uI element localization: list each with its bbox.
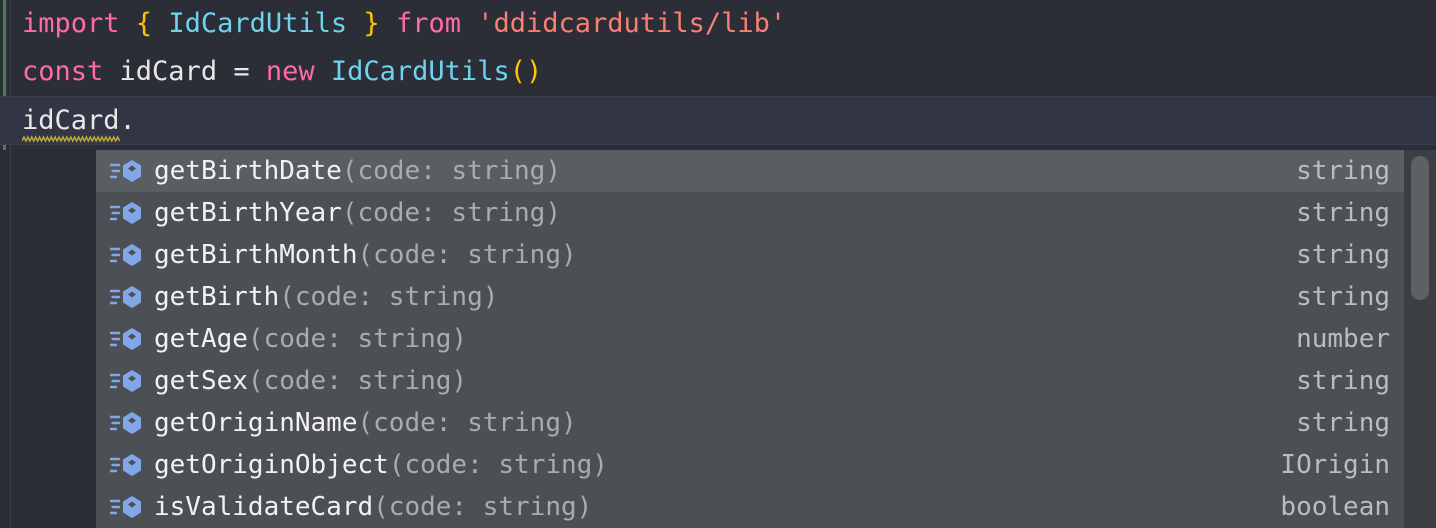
method-icon: [108, 286, 141, 308]
method-icon: [108, 284, 148, 310]
code-line-1[interactable]: import { IdCardUtils } from 'ddidcarduti…: [0, 0, 1436, 48]
autocomplete-item-params: (code: string): [388, 450, 608, 480]
method-icon: [108, 158, 148, 184]
autocomplete-item[interactable]: getSex (code: string) string: [96, 360, 1436, 402]
autocomplete-item-name: isValidateCard: [154, 492, 374, 522]
autocomplete-item-name: getBirthMonth: [154, 240, 358, 270]
squiggly-underline-icon: [22, 134, 120, 143]
code-line-3-current[interactable]: idCard.: [0, 96, 1436, 145]
method-icon: [108, 454, 141, 476]
code-token: }: [363, 8, 380, 39]
code-token: from: [395, 8, 461, 39]
method-icon: [108, 452, 148, 478]
method-icon: [108, 412, 141, 434]
code-token: idCard =: [103, 56, 266, 87]
code-token: IdCardUtils: [330, 56, 510, 87]
autocomplete-item-params: (code: string): [373, 492, 593, 522]
autocomplete-item-params: (code: string): [357, 408, 577, 438]
method-icon: [108, 410, 148, 436]
autocomplete-item-params: (code: string): [341, 198, 561, 228]
autocomplete-item-params: (code: string): [247, 324, 468, 354]
autocomplete-item-name: getSex: [154, 366, 248, 396]
autocomplete-popup[interactable]: getBirthDate (code: string) string getBirth…: [96, 150, 1436, 528]
method-icon: [108, 160, 141, 182]
scrollbar-thumb[interactable]: [1411, 156, 1429, 300]
autocomplete-item-name: getBirthYear: [154, 198, 342, 228]
autocomplete-item-params: (code: string): [341, 156, 561, 186]
error-underlined-token: idCard: [22, 97, 120, 145]
method-icon: [108, 494, 148, 520]
method-icon: [108, 244, 141, 266]
code-token: (): [509, 56, 543, 87]
autocomplete-item-name: getBirth: [154, 282, 280, 312]
code-token: const: [22, 56, 104, 87]
method-icon: [108, 202, 141, 224]
code-token: 'ddidcardutils/lib': [477, 8, 787, 39]
autocomplete-item[interactable]: getOriginObject (code: string) IOrigin: [96, 444, 1436, 486]
autocomplete-item[interactable]: getAge (code: string) number: [96, 318, 1436, 360]
method-icon: [108, 326, 148, 352]
autocomplete-list[interactable]: getBirthDate (code: string) string getBirth…: [96, 150, 1436, 528]
code-token: .: [119, 104, 136, 136]
method-icon: [108, 242, 148, 268]
code-token: IdCardUtils: [168, 8, 348, 39]
autocomplete-item[interactable]: getBirthYear (code: string) string: [96, 192, 1436, 234]
autocomplete-item-name: getOriginObject: [154, 450, 389, 480]
autocomplete-item-name: getBirthDate: [154, 156, 342, 186]
method-icon: [108, 496, 141, 518]
autocomplete-item[interactable]: getBirthMonth (code: string) string: [96, 234, 1436, 276]
method-icon: [108, 328, 141, 350]
method-icon: [108, 370, 141, 392]
autocomplete-item[interactable]: getBirth (code: string) string: [96, 276, 1436, 318]
autocomplete-item[interactable]: getOriginName (code: string) string: [96, 402, 1436, 444]
code-token: import: [22, 8, 120, 39]
method-icon: [108, 200, 148, 226]
autocomplete-item[interactable]: isValidateCard (code: string) boolean: [96, 486, 1436, 528]
autocomplete-item-name: getOriginName: [154, 408, 358, 438]
autocomplete-scrollbar[interactable]: [1404, 150, 1436, 528]
autocomplete-item[interactable]: getBirthDate (code: string) string: [96, 150, 1436, 192]
autocomplete-item-name: getAge: [154, 324, 248, 354]
autocomplete-item-params: (code: string): [247, 366, 468, 396]
autocomplete-item-params: (code: string): [279, 282, 499, 312]
code-token: {: [135, 8, 153, 39]
code-token: new: [265, 56, 315, 87]
code-line-2[interactable]: const idCard = new IdCardUtils(): [0, 48, 1436, 96]
autocomplete-item-params: (code: string): [357, 240, 577, 270]
code-token: idCard: [22, 104, 120, 136]
method-icon: [108, 368, 148, 394]
